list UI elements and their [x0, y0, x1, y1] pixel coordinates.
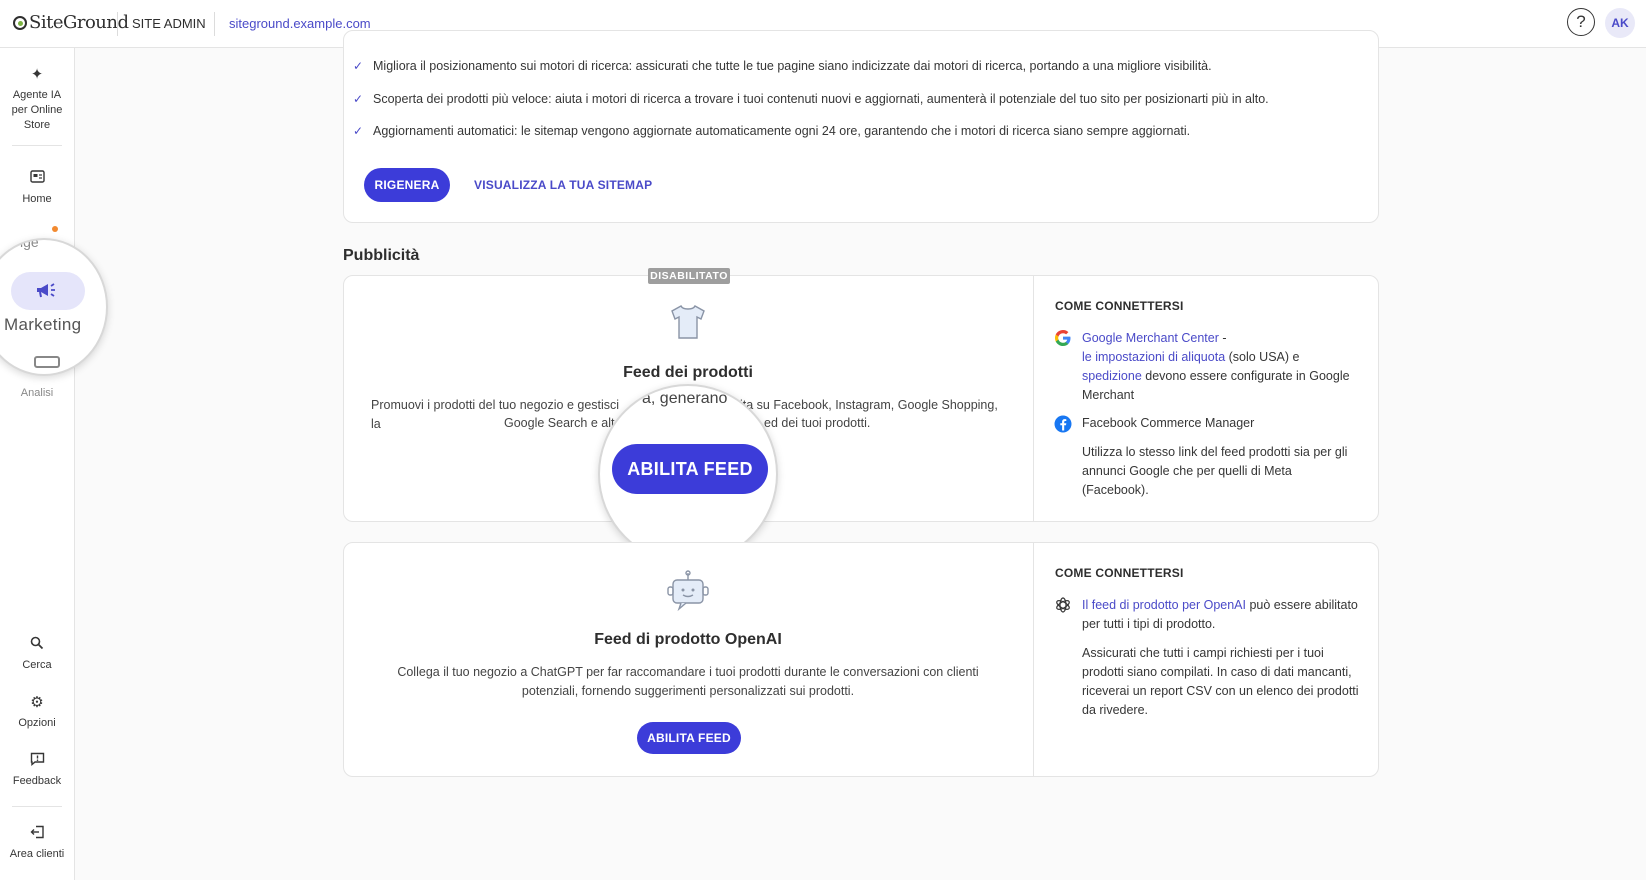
sidebar-item-label: Feedback: [12, 775, 62, 787]
magnified-desc-fragment: a, generano: [642, 390, 728, 407]
text-fragment: -: [1218, 331, 1227, 345]
sidebar-item-label: Cerca: [22, 659, 52, 671]
sidebar-divider: [12, 145, 62, 146]
sidebar-item-options[interactable]: ⚙ Opzioni: [0, 694, 74, 731]
help-icon[interactable]: ?: [1567, 8, 1595, 36]
benefit-text: Aggiornamenti automatici: le sitemap ven…: [373, 124, 1191, 138]
openai-product-feed-link[interactable]: Il feed di prodotto per OpenAI: [1082, 598, 1246, 612]
magnifier-marketing: lge Marketing: [0, 238, 108, 376]
openai-feed-title: Feed di prodotto OpenAI: [594, 631, 782, 648]
shipping-link[interactable]: spedizione: [1082, 369, 1142, 383]
view-sitemap-link[interactable]: VISUALIZZA LA TUA SITEMAP: [474, 178, 652, 192]
google-connect-text: Google Merchant Center - le impostazioni…: [1082, 329, 1362, 405]
openai-feed-desc: Collega il tuo negozio a ChatGPT per far…: [397, 665, 979, 698]
card-divider: [1033, 276, 1034, 521]
status-badge: DISABILITATO: [648, 268, 730, 284]
sidebar-item-label: Opzioni: [18, 717, 56, 729]
sidebar-item-label: Home: [22, 193, 52, 205]
header-divider: [117, 12, 118, 36]
sidebar-item-ai-agent[interactable]: ✦ Agente IA per Online Store: [0, 66, 74, 133]
tshirt-icon: [668, 302, 708, 347]
sidebar-item-label: Agente IA per Online Store: [11, 89, 63, 131]
header-divider: [214, 12, 215, 36]
benefit-text: Scoperta dei prodotti più veloce: aiuta …: [373, 92, 1269, 106]
benefit-text: Migliora il posizionamento sui motori di…: [373, 59, 1212, 73]
site-admin-label: SITE ADMIN: [132, 16, 206, 31]
section-title-advertising: Pubblicità: [343, 247, 420, 264]
home-icon: [0, 170, 74, 188]
logo-mark-icon: [13, 15, 27, 30]
siteground-logo[interactable]: SiteGround: [13, 12, 129, 33]
notification-dot: [52, 226, 58, 232]
openai-icon: [1054, 596, 1072, 614]
sidebar-item-client-area[interactable]: Area clienti: [0, 825, 74, 862]
openai-note: Assicurati che tutti i campi richiesti p…: [1082, 646, 1359, 717]
how-to-connect-title: COME CONNETTERSI: [1055, 566, 1184, 580]
sidebar-item-home[interactable]: Home: [0, 170, 74, 207]
magnified-fragment: lge: [20, 238, 39, 250]
logo-text: SiteGround: [29, 12, 129, 33]
robot-icon: [666, 569, 710, 618]
sidebar-item-search[interactable]: Cerca: [0, 636, 74, 673]
search-icon: [0, 636, 74, 654]
sidebar: ✦ Agente IA per Online Store Home Analis…: [0, 48, 75, 880]
feedback-icon: [0, 752, 74, 770]
product-feed-desc-part: ita su Facebook, Instagram, Google Shopp…: [740, 398, 998, 412]
magnifier-enable-feed: a, generano ABILITA FEED: [598, 384, 778, 564]
facebook-commerce-manager-link[interactable]: Facebook Commerce Manager: [1082, 414, 1362, 433]
regenerate-button[interactable]: RIGENERA: [364, 168, 450, 202]
gear-icon: ⚙: [30, 694, 44, 711]
sitemap-benefit: ✓ Scoperta dei prodotti più veloce: aiut…: [353, 92, 1269, 106]
facebook-note: Utilizza lo stesso link del feed prodott…: [1082, 445, 1348, 497]
analytics-icon-magnified: [34, 356, 60, 368]
openai-connect-text: Il feed di prodotto per OpenAI può esser…: [1082, 596, 1362, 634]
text-fragment: (solo USA) e: [1225, 350, 1300, 364]
sparkle-icon: ✦: [30, 66, 44, 83]
sidebar-item-label: Area clienti: [9, 848, 65, 860]
product-feed-desc-part: ed dei tuoi prodotti.: [764, 416, 871, 430]
google-merchant-center-link[interactable]: Google Merchant Center: [1082, 331, 1219, 345]
megaphone-icon[interactable]: [11, 272, 85, 310]
sidebar-item-feedback[interactable]: Feedback: [0, 752, 74, 789]
sidebar-item-marketing-label[interactable]: Marketing: [4, 315, 81, 335]
sitemap-benefit: ✓ Migliora il posizionamento sui motori …: [353, 59, 1212, 73]
enable-product-feed-button[interactable]: ABILITA FEED: [612, 444, 768, 494]
check-icon: ✓: [353, 59, 364, 73]
user-avatar[interactable]: AK: [1605, 8, 1635, 38]
check-icon: ✓: [353, 124, 364, 138]
rates-settings-link[interactable]: le impostazioni di aliquota: [1082, 350, 1225, 364]
sidebar-item-label: Analisi: [20, 387, 54, 399]
exit-icon: [0, 825, 74, 843]
enable-openai-feed-button[interactable]: ABILITA FEED: [637, 722, 741, 754]
google-icon: [1054, 329, 1072, 347]
site-domain-link[interactable]: siteground.example.com: [229, 16, 371, 31]
how-to-connect-title: COME CONNETTERSI: [1055, 299, 1184, 313]
facebook-icon: [1054, 415, 1072, 433]
sitemap-benefit: ✓ Aggiornamenti automatici: le sitemap v…: [353, 124, 1191, 138]
check-icon: ✓: [353, 92, 364, 106]
sidebar-divider: [12, 806, 62, 807]
product-feed-title: Feed dei prodotti: [623, 364, 753, 381]
card-divider: [1033, 543, 1034, 776]
